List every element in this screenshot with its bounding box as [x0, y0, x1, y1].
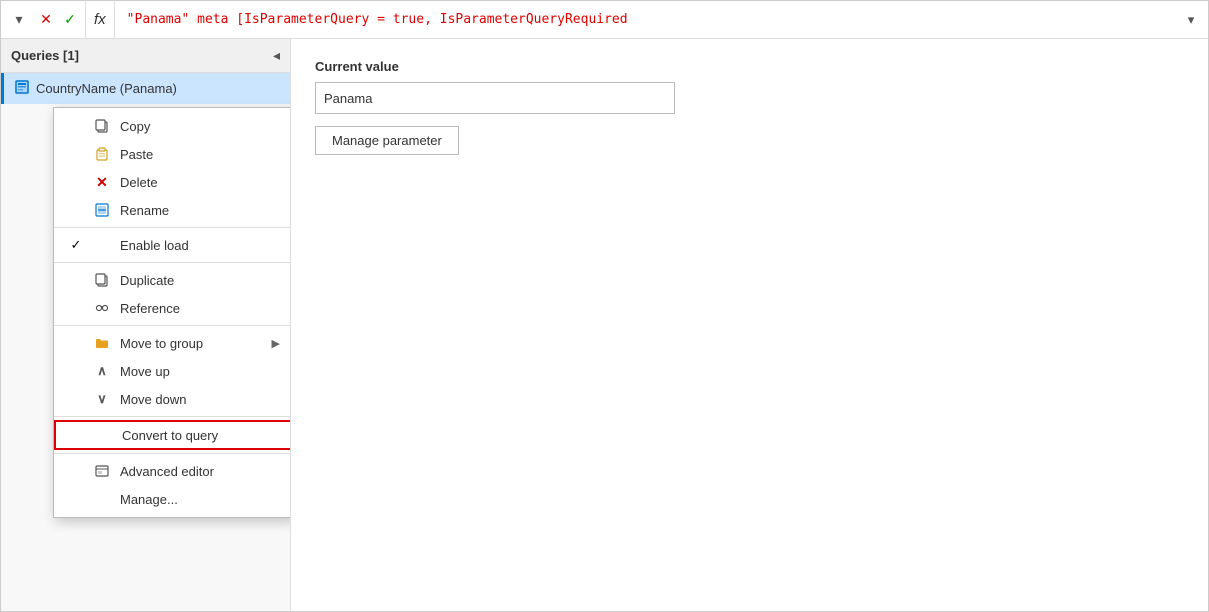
menu-item-advanced-editor-label: Advanced editor — [120, 464, 280, 479]
folder-icon — [94, 335, 110, 351]
formula-bar: ▾ ✕ ✓ fx "Panama" meta [IsParameterQuery… — [1, 1, 1208, 39]
menu-item-reference[interactable]: Reference — [54, 294, 290, 322]
menu-item-convert-to-query[interactable]: Convert to query — [54, 420, 290, 450]
menu-item-reference-label: Reference — [120, 301, 280, 316]
sidebar-title: Queries [1] — [11, 48, 79, 63]
menu-item-duplicate-label: Duplicate — [120, 273, 280, 288]
paste-icon — [94, 146, 110, 162]
menu-item-manage[interactable]: Manage... — [54, 485, 290, 513]
menu-item-convert-to-query-label: Convert to query — [122, 428, 278, 443]
menu-item-move-down[interactable]: ∨ Move down — [54, 385, 290, 413]
menu-item-enable-load-check: ✓ — [68, 237, 84, 253]
move-down-icon: ∨ — [94, 391, 110, 407]
menu-item-move-up[interactable]: ∧ Move up — [54, 357, 290, 385]
menu-item-paste-label: Paste — [120, 147, 280, 162]
separator-4 — [54, 416, 290, 417]
reference-icon — [94, 300, 110, 316]
separator-1 — [54, 227, 290, 228]
manage-parameter-button[interactable]: Manage parameter — [315, 126, 459, 155]
menu-item-copy-label: Copy — [120, 119, 280, 134]
menu-item-advanced-editor[interactable]: Advanced editor — [54, 457, 290, 485]
query-item-icon — [14, 79, 30, 98]
advanced-editor-icon — [94, 463, 110, 479]
menu-item-move-to-group-label: Move to group — [120, 336, 262, 351]
copy-icon — [94, 118, 110, 134]
menu-item-rename[interactable]: Rename — [54, 196, 290, 224]
sidebar-collapse-button[interactable]: ◂ — [273, 47, 280, 64]
fx-label: fx — [85, 1, 115, 38]
separator-5 — [54, 453, 290, 454]
menu-item-enable-load-label: Enable load — [120, 238, 280, 253]
menu-item-enable-load[interactable]: ✓ Enable load — [54, 231, 290, 259]
menu-item-duplicate[interactable]: Duplicate — [54, 266, 290, 294]
menu-item-manage-label: Manage... — [120, 492, 280, 507]
main-content: Queries [1] ◂ CountryName ( — [1, 39, 1208, 611]
formula-bar-chevron[interactable]: ▾ — [7, 8, 31, 32]
menu-item-move-down-label: Move down — [120, 392, 280, 407]
separator-2 — [54, 262, 290, 263]
separator-3 — [54, 325, 290, 326]
menu-item-paste[interactable]: Paste — [54, 140, 290, 168]
formula-text[interactable]: "Panama" meta [IsParameterQuery = true, … — [119, 12, 1176, 27]
menu-item-move-to-group[interactable]: Move to group ▶ — [54, 329, 290, 357]
cancel-button[interactable]: ✕ — [35, 9, 57, 31]
formula-bar-actions: ✕ ✓ — [35, 9, 81, 31]
move-up-icon: ∧ — [94, 363, 110, 379]
current-value-label: Current value — [315, 59, 1184, 74]
formula-expand-button[interactable]: ▾ — [1180, 9, 1202, 31]
enable-load-icon — [94, 237, 110, 253]
confirm-button[interactable]: ✓ — [59, 9, 81, 31]
rename-icon — [94, 202, 110, 218]
delete-icon: ✕ — [94, 174, 110, 190]
sidebar-header: Queries [1] ◂ — [1, 39, 290, 73]
query-name: CountryName (Panama) — [36, 81, 177, 96]
menu-item-rename-label: Rename — [120, 203, 280, 218]
current-value-input[interactable] — [315, 82, 675, 114]
menu-item-delete[interactable]: ✕ Delete — [54, 168, 290, 196]
manage-icon — [94, 491, 110, 507]
duplicate-icon — [94, 272, 110, 288]
context-menu: Copy Paste — [53, 107, 290, 518]
menu-item-delete-label: Delete — [120, 175, 280, 190]
submenu-arrow-icon: ▶ — [272, 337, 280, 350]
menu-item-copy[interactable]: Copy — [54, 112, 290, 140]
menu-item-move-up-label: Move up — [120, 364, 280, 379]
sidebar-queries: CountryName (Panama) Copy — [1, 73, 290, 611]
convert-to-query-icon — [96, 427, 112, 443]
right-panel: Current value Manage parameter — [291, 39, 1208, 611]
sidebar: Queries [1] ◂ CountryName ( — [1, 39, 291, 611]
query-item[interactable]: CountryName (Panama) — [1, 73, 290, 104]
